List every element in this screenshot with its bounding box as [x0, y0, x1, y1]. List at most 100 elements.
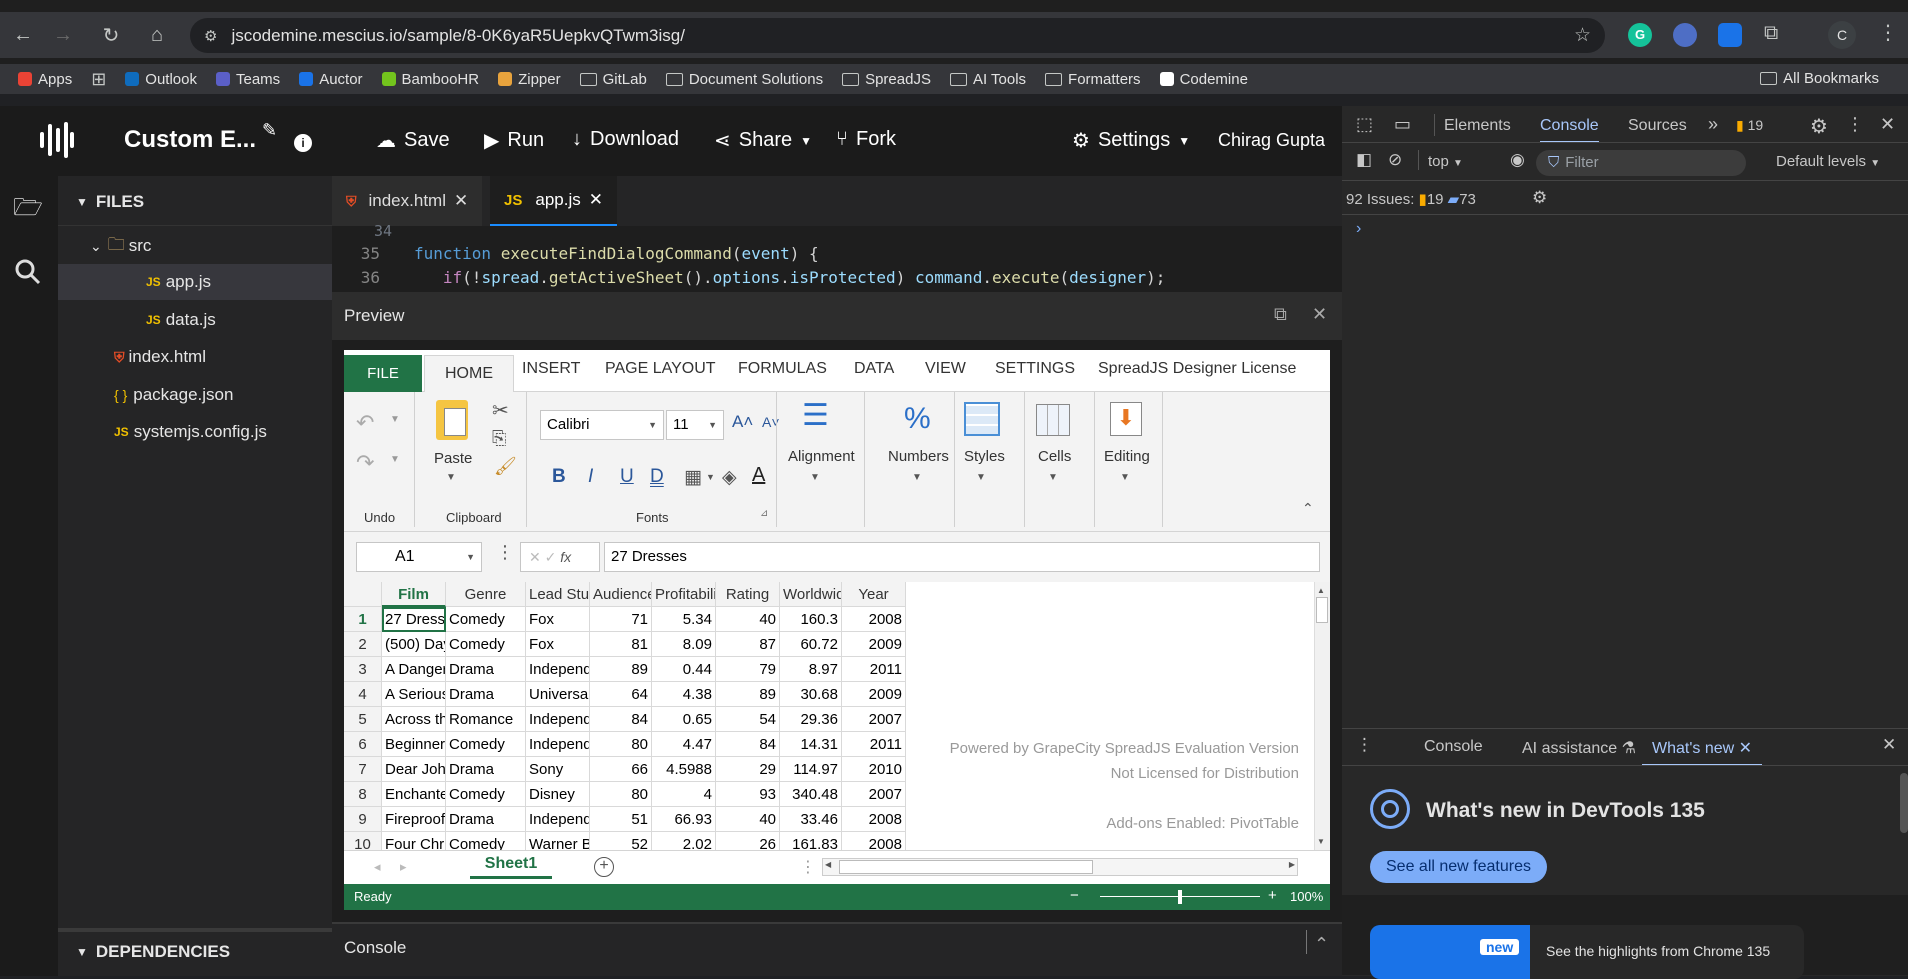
grid-cell[interactable]: 5.34 [652, 607, 716, 632]
cells-button[interactable]: Cells [1038, 448, 1071, 465]
tab-app-js[interactable]: JS app.js ✕ [490, 176, 617, 226]
clear-console-icon[interactable]: ⊘ [1388, 150, 1402, 170]
grid-cell[interactable]: A Serious Man [382, 682, 446, 707]
confirm-icon[interactable]: ✓ [545, 549, 557, 565]
all-bookmarks[interactable]: All Bookmarks [1760, 70, 1879, 87]
bookmark-star-icon[interactable]: ☆ [1574, 24, 1591, 47]
row-header[interactable]: 9 [344, 807, 382, 832]
grid-cell[interactable]: 2009 [842, 682, 906, 707]
apps-launcher-icon[interactable]: ⊞ [91, 69, 106, 90]
grid-cell[interactable]: 80 [590, 732, 652, 757]
increase-font-icon[interactable]: A˄ [732, 412, 753, 432]
column-header[interactable]: Film [382, 582, 446, 607]
italic-icon[interactable]: I [588, 466, 593, 488]
bookmark-teams[interactable]: Teams [216, 71, 280, 88]
font-color-icon[interactable]: A [752, 464, 765, 487]
grid-cell[interactable]: Independent [526, 657, 590, 682]
extension-icon[interactable] [1673, 23, 1697, 47]
bold-icon[interactable]: B [552, 466, 566, 488]
grid-cell[interactable]: 29.36 [780, 707, 842, 732]
user-name[interactable]: Chirag Gupta [1218, 130, 1325, 151]
name-box[interactable]: A1 ▼ [356, 542, 482, 572]
grid-cell[interactable]: 2011 [842, 732, 906, 757]
fork-button[interactable]: ⑂ Fork [836, 128, 896, 151]
column-header[interactable]: Rating [716, 582, 780, 607]
console-filter-input[interactable]: ⛉ Filter [1536, 150, 1746, 176]
file-app-js[interactable]: JS app.js [58, 264, 332, 300]
issues-bar[interactable]: 92 Issues: ▮19 ▰73 [1346, 190, 1476, 208]
row-header[interactable]: 2 [344, 632, 382, 657]
double-underline-icon[interactable]: D [650, 466, 664, 488]
folder-open-icon[interactable]: 🗁 [10, 190, 46, 221]
grid-cell[interactable]: Disney [526, 782, 590, 807]
grid-cell[interactable]: 4 [652, 782, 716, 807]
grid-cell[interactable]: Across the Universe [382, 707, 446, 732]
settings-gear-icon[interactable]: ⚙ [1810, 114, 1828, 139]
bookmark-ai-tools[interactable]: AI Tools [949, 71, 1026, 88]
column-header[interactable]: Profitability [652, 582, 716, 607]
grid-cell[interactable]: A Dangerous Method [382, 657, 446, 682]
vertical-scrollbar[interactable]: ▲ ▼ [1314, 582, 1330, 850]
editing-button[interactable]: Editing [1104, 448, 1150, 465]
grid-cell[interactable]: Drama [446, 757, 526, 782]
grid-cell[interactable]: 2009 [842, 632, 906, 657]
tab-sources[interactable]: Sources [1628, 117, 1687, 135]
numbers-button[interactable]: Numbers [888, 448, 949, 465]
grid-cell[interactable]: 80 [590, 782, 652, 807]
forward-icon[interactable]: → [46, 18, 80, 52]
grid-cell[interactable]: Fireproof [382, 807, 446, 832]
dialog-launcher-icon[interactable]: ⊿ [760, 508, 768, 519]
fill-color-icon[interactable]: ◈ [722, 466, 737, 489]
grid-cell[interactable]: Independent [526, 807, 590, 832]
see-all-features-button[interactable]: See all new features [1370, 851, 1547, 883]
underline-icon[interactable]: U [620, 466, 634, 488]
zoom-slider-thumb[interactable] [1178, 890, 1182, 904]
row-header[interactable]: 7 [344, 757, 382, 782]
grid-cell[interactable]: 4.47 [652, 732, 716, 757]
drawer-tab-console[interactable]: Console [1424, 738, 1483, 756]
grid-cell[interactable]: 60.72 [780, 632, 842, 657]
device-toolbar-icon[interactable]: ▭ [1394, 114, 1411, 135]
sheet-tab-sheet1[interactable]: Sheet1 [470, 851, 552, 879]
grid-cell[interactable]: 71 [590, 607, 652, 632]
settings-button[interactable]: ⚙ Settings ▼ [1072, 128, 1190, 153]
column-header[interactable]: Lead Studio [526, 582, 590, 607]
collapse-ribbon-icon[interactable]: ⌃ [1302, 500, 1314, 517]
bookmark-apps-grid[interactable]: Apps [18, 71, 72, 88]
grid-cell[interactable]: 160.3 [780, 607, 842, 632]
alignment-icon[interactable]: ☰ [802, 398, 829, 433]
close-icon[interactable]: ✕ [589, 190, 603, 210]
close-devtools-icon[interactable]: ✕ [1880, 114, 1895, 135]
grid-cell[interactable]: 29 [716, 757, 780, 782]
font-size-select[interactable]: 11 ▼ [666, 410, 724, 440]
formula-input[interactable]: 27 Dresses [604, 542, 1320, 572]
paste-button-label[interactable]: Paste [434, 450, 472, 467]
folder-src[interactable]: ⌄ 🗀 src [58, 228, 332, 264]
grid-cell[interactable]: 33.46 [780, 807, 842, 832]
grid-cell[interactable]: 81 [590, 632, 652, 657]
close-icon[interactable]: ✕ [1739, 740, 1752, 757]
bookmark-outlook[interactable]: Outlook [125, 71, 197, 88]
context-select[interactable]: top ▼ [1428, 153, 1463, 170]
issues-settings-icon[interactable]: ⚙ [1532, 188, 1547, 208]
grid-cell[interactable]: Comedy [446, 782, 526, 807]
highlights-card[interactable]: new See the highlights from Chrome 135 [1370, 925, 1804, 979]
bookmark-formatters[interactable]: Formatters [1045, 71, 1141, 88]
grid-cell[interactable]: Drama [446, 657, 526, 682]
grid-cell[interactable]: Sony [526, 757, 590, 782]
grid-cell[interactable]: 0.44 [652, 657, 716, 682]
grid-cell[interactable]: 64 [590, 682, 652, 707]
tab-file[interactable]: FILE [344, 355, 422, 392]
cells-icon[interactable] [1036, 404, 1070, 436]
grid-cell[interactable]: 51 [590, 807, 652, 832]
grid-cell[interactable]: 14.31 [780, 732, 842, 757]
tab-license[interactable]: SpreadJS Designer License [1098, 360, 1296, 378]
caret-down-icon[interactable]: ▼ [1048, 472, 1058, 483]
share-button[interactable]: ⋖ Share ▼ [714, 128, 812, 153]
caret-down-icon[interactable]: ▼ [976, 472, 986, 483]
border-icon[interactable]: ▦ [684, 466, 702, 489]
file-systemjs-config[interactable]: JS systemjs.config.js [58, 414, 332, 450]
file-index-html[interactable]: ⛨ index.html [58, 339, 332, 375]
bookmark-document-solutions[interactable]: Document Solutions [665, 71, 823, 88]
grid-cell[interactable]: 8.97 [780, 657, 842, 682]
